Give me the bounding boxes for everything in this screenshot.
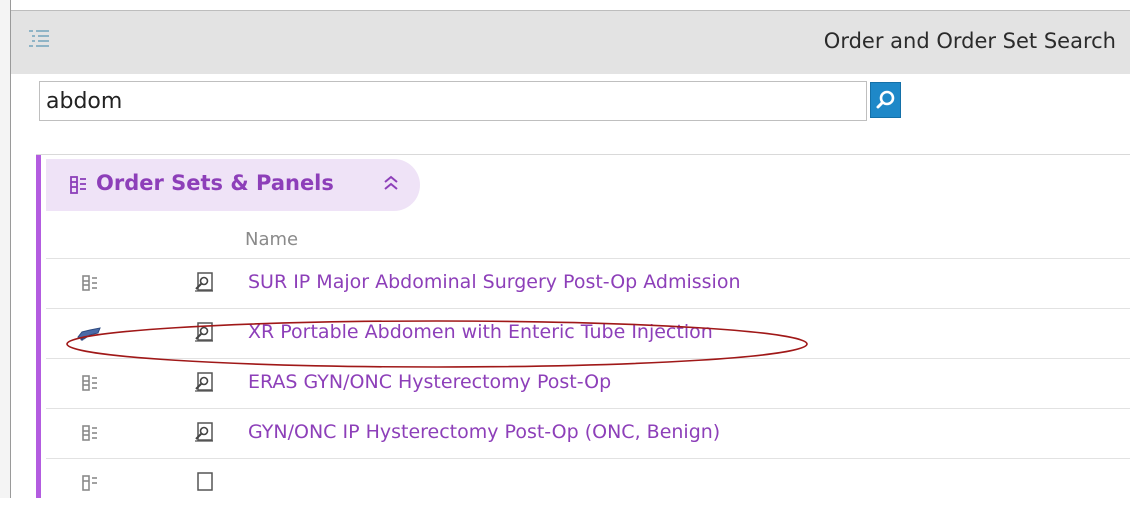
section-title: Order Sets & Panels: [96, 171, 334, 195]
order-row[interactable]: SUR IP Major Abdominal Surgery Post-Op A…: [46, 258, 1130, 308]
portable-xray-icon: [77, 327, 101, 341]
search-button[interactable]: [870, 82, 901, 118]
order-row[interactable]: ERAS GYN/ONC Hysterectomy Post-Op: [46, 358, 1130, 408]
order-sets-section: Order Sets & Panels Name SUR IP Major Ab…: [36, 155, 1130, 498]
window-title: Order and Order Set Search: [823, 29, 1116, 53]
column-header-name: Name: [245, 229, 299, 250]
search-input[interactable]: [39, 81, 867, 121]
preview-icon[interactable]: [194, 472, 214, 492]
order-row-partial[interactable]: [46, 458, 1130, 508]
magnifier-icon: [876, 90, 895, 109]
list-menu-icon[interactable]: [27, 26, 53, 52]
title-bar: Order and Order Set Search: [11, 10, 1130, 75]
preview-icon[interactable]: [194, 272, 214, 292]
search-bar: [11, 74, 1130, 154]
preview-icon[interactable]: [194, 372, 214, 392]
window-frame-top: [0, 0, 1130, 10]
order-set-icon: [82, 375, 97, 391]
order-name[interactable]: XR Portable Abdomen with Enteric Tube In…: [248, 321, 713, 343]
collapse-chevron-icon[interactable]: [383, 174, 399, 192]
order-sets-header[interactable]: Order Sets & Panels: [46, 159, 420, 211]
order-row[interactable]: XR Portable Abdomen with Enteric Tube In…: [46, 308, 1130, 358]
window-frame-left: [0, 0, 11, 498]
preview-icon[interactable]: [194, 422, 214, 442]
order-set-icon: [70, 176, 86, 194]
order-set-icon: [82, 275, 97, 291]
order-name[interactable]: SUR IP Major Abdominal Surgery Post-Op A…: [248, 271, 741, 293]
order-set-icon: [82, 425, 97, 441]
preview-icon[interactable]: [194, 322, 214, 342]
order-name[interactable]: ERAS GYN/ONC Hysterectomy Post-Op: [248, 371, 611, 393]
order-set-icon: [82, 475, 97, 491]
order-row[interactable]: GYN/ONC IP Hysterectomy Post-Op (ONC, Be…: [46, 408, 1130, 458]
order-name[interactable]: GYN/ONC IP Hysterectomy Post-Op (ONC, Be…: [248, 421, 720, 443]
